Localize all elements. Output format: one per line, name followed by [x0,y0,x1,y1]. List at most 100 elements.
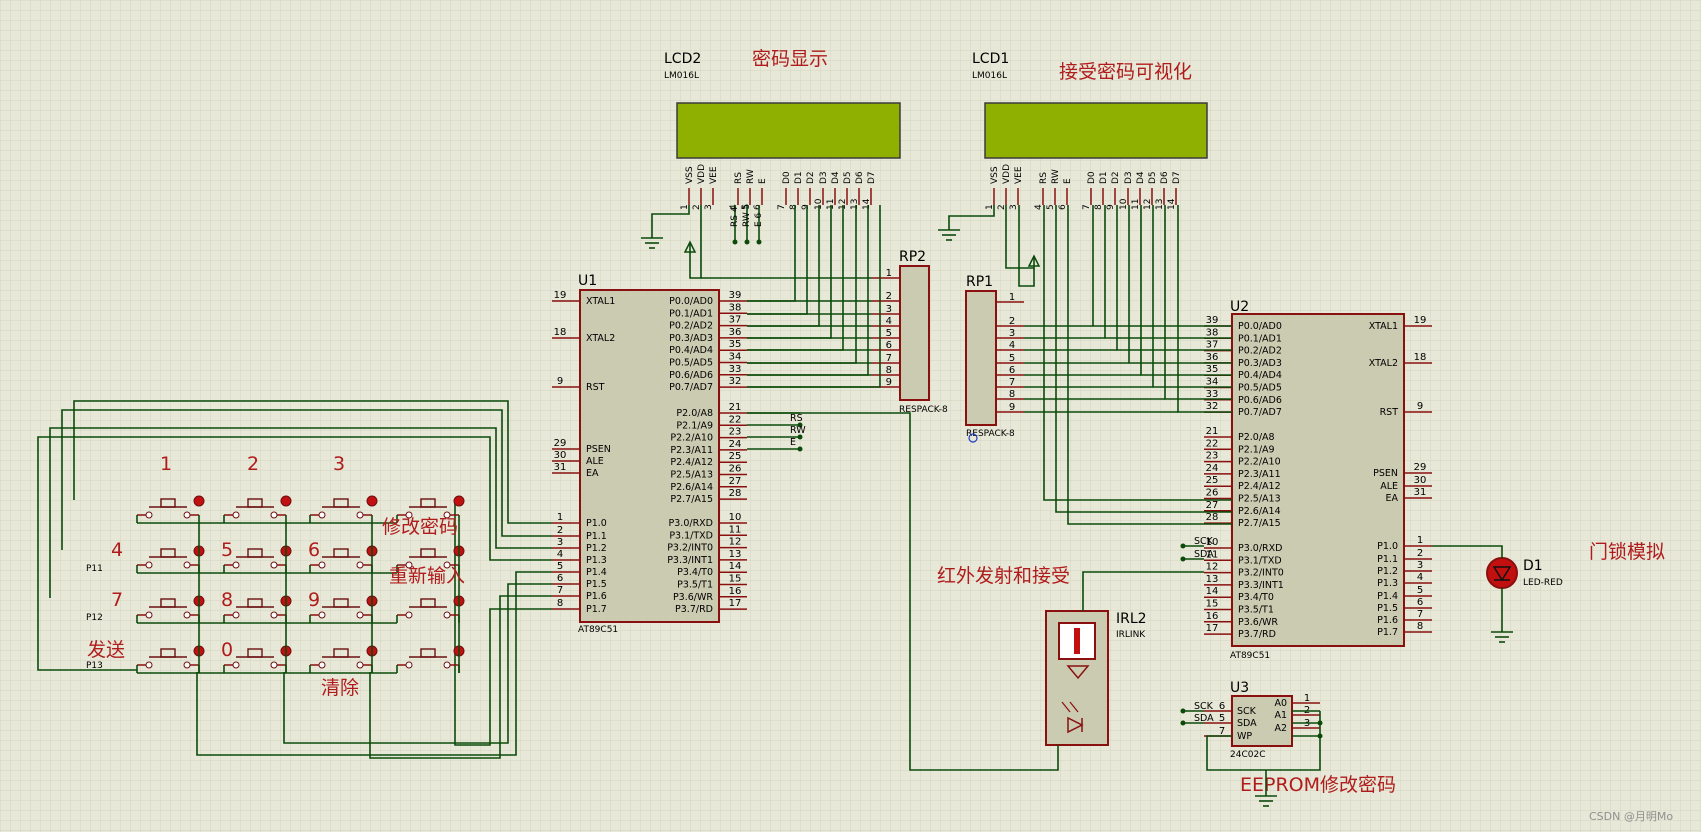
lcd2-pin-name-4: RS [734,172,744,184]
u2-pin-name-23: P2.2/A10 [1238,457,1281,468]
u2-pin-num-30: 30 [1414,475,1427,486]
key-label-1: 1 [160,453,172,475]
rp2-pin-num-1: 1 [886,268,892,279]
key-label-8: 8 [221,589,233,611]
rp2-pin-num-2: 2 [886,291,892,302]
lcd1-pin-name-13: D6 [1160,171,1170,184]
lcd2-stub-e: E 6 [754,212,764,227]
lcd1-pin-num-8: 8 [1094,204,1104,210]
rp2-pin-num-3: 3 [886,304,892,315]
lcd2-pin-name-9: D2 [806,171,816,184]
schematic-canvas: LCD2 LM016L 密码显示 VSS 1 VDD 2 VEE 3 RS 4 RW 5 E 6 D0 7… [0,0,1701,832]
lcd2-pin-name-12: D5 [843,171,853,184]
u1-pin-name-22: P2.1/A9 [676,420,713,431]
rp2-pin-num-7: 7 [886,353,892,364]
u2-pin-name-21: P2.0/A8 [1238,432,1275,443]
lcd1-pin-name-10: D3 [1124,171,1134,184]
u2-pin-num-13: 13 [1206,574,1219,585]
rp1-ref: RP1 [966,274,993,290]
irl-model: IRLINK [1116,630,1146,640]
u2-pin-num-23: 23 [1206,451,1219,462]
rp2-pin-num-4: 4 [886,316,892,327]
u1-pin-name-3: P1.2 [586,543,607,554]
u2-pin-num-6: 6 [1417,597,1423,608]
lcd1-pin-name-14: D7 [1172,171,1182,184]
u2-pin-num-9: 9 [1417,401,1423,412]
rp2-pin-num-5: 5 [886,328,892,339]
rp1-pin-num-2: 2 [1009,316,1015,327]
lcd2-pin-num-9: 9 [801,204,811,210]
u1-pin-name-26: P2.5/A13 [670,470,713,481]
key-label-reenter: 重新输入 [389,565,465,587]
u2-pin-name-2: P1.1 [1377,554,1398,565]
u2-pin-num-16: 16 [1206,611,1219,622]
lcd1-pin-num-3: 3 [1009,204,1019,210]
u2-pin-num-29: 29 [1414,462,1427,473]
u1-model: AT89C51 [578,625,618,635]
lcd1-pin-num-5: 5 [1046,204,1056,210]
u2-pin-name-27: P2.6/A14 [1238,506,1281,517]
lcd1-pin-name-7: D0 [1087,171,1097,184]
key-label-5: 5 [221,539,233,561]
u1-mcu[interactable]: U1 AT89C51 19XTAL118XTAL29RST29PSEN30ALE… [552,273,747,635]
u1-pin-name-30: ALE [586,456,604,467]
lcd2-pin-name-7: D0 [782,171,792,184]
lcd2-pin-num-13: 13 [850,199,860,210]
rp1-pin-num-7: 7 [1009,377,1015,388]
lcd2-pin-num-3: 3 [704,204,714,210]
lcd1-pin-num-6: 6 [1058,204,1068,210]
u1-pin-name-18: XTAL2 [586,333,615,344]
u2-pin-name-31: EA [1385,493,1398,504]
watermark: CSDN @月明Mo [1589,810,1673,823]
u1-pin-num-3: 3 [557,537,563,548]
rp2-pin-num-6: 6 [886,340,892,351]
u1-pin-num-17: 17 [729,598,742,609]
lcd2-ref: LCD2 [664,51,701,67]
u3-pin-name-6: SCK [1237,706,1257,717]
row-label-p11: P11 [86,564,103,574]
lcd1-screen [984,102,1208,159]
u1-pin-num-19: 19 [554,290,567,301]
u2-pin-num-21: 21 [1206,426,1219,437]
lcd1-pin-num-12: 12 [1143,199,1153,210]
u1-pin-num-12: 12 [729,537,742,548]
u2-pin-name-6: P1.5 [1377,603,1398,614]
u2-pin-name-33: P0.6/AD6 [1238,395,1282,406]
rp1-pin-num-8: 8 [1009,389,1015,400]
row-label-p13: P13 [86,661,103,671]
lcd2-pin-name-6: E [758,178,768,184]
u1-pin-name-28: P2.7/A15 [670,494,713,505]
lcd2-ctrl-stubs: RS 4 RW 5 E 6 [730,204,764,245]
lcd1-pin-name-11: D4 [1136,171,1146,184]
u2-pin-num-22: 22 [1206,438,1219,449]
lcd2-pin-name-8: D1 [794,171,804,184]
u2-pin-num-5: 5 [1417,585,1423,596]
u2-net-sck: SCK [1194,536,1214,547]
u1-pin-num-26: 26 [729,464,742,475]
u1-pin-name-23: P2.2/A10 [670,433,713,444]
u1-pin-name-5: P1.4 [586,567,607,578]
lcd1-pin-name-3: VEE [1014,166,1024,184]
key-label-2: 2 [247,453,259,475]
rp1-body [965,290,997,426]
u1-pin-name-11: P3.1/TXD [669,530,713,541]
u2-pin-num-8: 8 [1417,621,1423,632]
u1-pin-num-1: 1 [557,512,563,523]
u1-pin-num-6: 6 [557,573,563,584]
u1-pin-name-31: EA [586,468,599,479]
u1-pin-num-33: 33 [729,364,742,375]
u1-ref: U1 [578,273,597,289]
u1-pin-name-15: P3.5/T1 [677,580,713,591]
u2-pin-num-33: 33 [1206,389,1219,400]
u2-mcu[interactable]: U2 AT89C51 39P0.0/AD038P0.1/AD137P0.2/AD… [1204,299,1432,661]
lcd2-pin-name-10: D3 [819,171,829,184]
u2-pin-name-11: P3.1/TXD [1238,555,1282,566]
u1-pin-name-1: P1.0 [586,518,607,529]
u3-pin-name-2: A1 [1274,710,1287,721]
net-e: E [790,437,796,448]
u1-pin-num-28: 28 [729,488,742,499]
lcd1-pin-num-7: 7 [1082,204,1092,210]
u2-pin-name-10: P3.0/RXD [1238,543,1282,554]
u1-pin-num-5: 5 [557,561,563,572]
u2-pin-name-30: ALE [1380,481,1398,492]
